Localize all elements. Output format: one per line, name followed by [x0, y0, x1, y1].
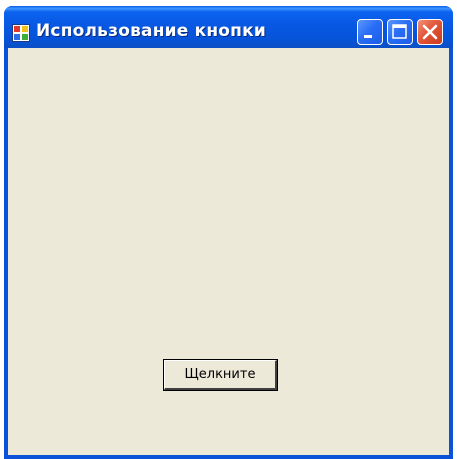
maximize-button[interactable]: [387, 19, 413, 45]
close-icon: [422, 24, 438, 40]
app-window-icon[interactable]: [12, 24, 30, 42]
close-button[interactable]: [417, 19, 443, 45]
title-bar[interactable]: Использование кнопки: [4, 6, 453, 48]
click-button[interactable]: Щелкните: [163, 359, 278, 391]
app-window: Использование кнопки Щелкните: [4, 6, 453, 459]
minimize-button[interactable]: [357, 19, 383, 45]
client-area: Щелкните: [8, 48, 449, 455]
window-title: Использование кнопки: [36, 21, 266, 41]
minimize-icon: [364, 35, 372, 38]
maximize-icon: [392, 24, 407, 39]
